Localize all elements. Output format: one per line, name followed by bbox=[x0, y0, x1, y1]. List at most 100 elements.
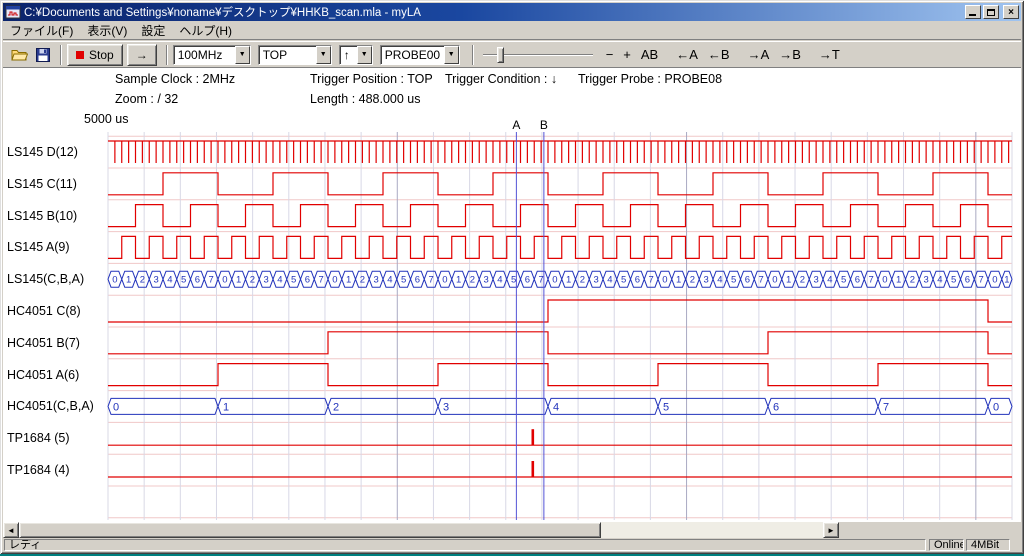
bus-value: 3 bbox=[443, 401, 449, 413]
bus-value: 6 bbox=[965, 275, 970, 286]
channel-label: HC4051 A(6) bbox=[7, 366, 107, 384]
bus-value: 0 bbox=[772, 275, 777, 286]
bus-value: 1 bbox=[566, 275, 571, 286]
bus-value: 0 bbox=[552, 275, 557, 286]
channel-label: TP1684 (4) bbox=[7, 461, 107, 479]
statusbar: レディ Online 4MBit bbox=[3, 538, 1021, 552]
bus-value: 1 bbox=[236, 275, 241, 286]
horizontal-scrollbar[interactable]: ◄ ► bbox=[3, 522, 839, 538]
time-scale-label: 5000 us bbox=[84, 112, 128, 126]
bus-value: 6 bbox=[525, 275, 530, 286]
bus-value: 5 bbox=[663, 401, 669, 413]
bus-value: 6 bbox=[635, 275, 640, 286]
pulse-mark bbox=[532, 461, 535, 477]
length-info: Length : 488.000 us bbox=[310, 92, 421, 106]
bus-value: 2 bbox=[470, 275, 475, 286]
bus-value: 2 bbox=[910, 275, 915, 286]
bus-value: 5 bbox=[621, 275, 626, 286]
bus-value: 4 bbox=[607, 275, 612, 286]
channel-label: LS145 A(9) bbox=[7, 238, 107, 256]
bus-value: 6 bbox=[773, 401, 779, 413]
scroll-left-button[interactable]: ◄ bbox=[3, 522, 19, 538]
bus-value: 1 bbox=[896, 275, 901, 286]
bus-value: 5 bbox=[841, 275, 846, 286]
waveform-trace bbox=[108, 205, 1012, 227]
bus-value: 4 bbox=[937, 275, 942, 286]
bus-value: 0 bbox=[112, 275, 117, 286]
waveform-trace bbox=[108, 173, 1012, 195]
pulse-mark bbox=[532, 429, 535, 445]
bus-value: 4 bbox=[387, 275, 392, 286]
bus-value: 3 bbox=[923, 275, 928, 286]
bus-value: 0 bbox=[332, 275, 337, 286]
bus-value: 6 bbox=[305, 275, 310, 286]
bus-value: 7 bbox=[318, 275, 323, 286]
channel-label: TP1684 (5) bbox=[7, 429, 107, 447]
grid-horizontal bbox=[108, 136, 1012, 518]
bus-value: 3 bbox=[373, 275, 378, 286]
bus-value: 1 bbox=[126, 275, 131, 286]
bus-value: 4 bbox=[553, 401, 559, 413]
bus-value: 0 bbox=[993, 401, 999, 413]
scrollbar-thumb[interactable] bbox=[19, 522, 601, 538]
channel-label: LS145 C(11) bbox=[7, 175, 107, 193]
bus-value: 2 bbox=[140, 275, 145, 286]
bus-trace bbox=[108, 398, 1012, 414]
grid-vertical-minor bbox=[108, 132, 1012, 520]
bus-value: 0 bbox=[992, 275, 997, 286]
sample-clock-info: Sample Clock : 2MHz bbox=[115, 72, 235, 86]
trigger-condition-info: Trigger Condition : ↓ bbox=[445, 72, 557, 86]
bus-value: 7 bbox=[868, 275, 873, 286]
bus-value: 7 bbox=[978, 275, 983, 286]
status-ready: レディ bbox=[4, 539, 926, 551]
bus-value: 6 bbox=[195, 275, 200, 286]
bus-value: 5 bbox=[951, 275, 956, 286]
trigger-position-info: Trigger Position : TOP bbox=[310, 72, 433, 86]
bus-value: 1 bbox=[1004, 275, 1009, 286]
bus-value: 7 bbox=[648, 275, 653, 286]
waveform-trace bbox=[108, 364, 1012, 386]
waveform-trace bbox=[108, 332, 1012, 354]
bus-value: 3 bbox=[813, 275, 818, 286]
bus-value: 5 bbox=[731, 275, 736, 286]
bus-value: 6 bbox=[415, 275, 420, 286]
zoom-info: Zoom : / 32 bbox=[115, 92, 178, 106]
cursor-b-label: B bbox=[540, 118, 548, 132]
bus-value: 1 bbox=[786, 275, 791, 286]
bus-value: 3 bbox=[483, 275, 488, 286]
bus-value: 4 bbox=[167, 275, 172, 286]
scroll-left-icon: ◄ bbox=[7, 526, 15, 535]
bus-value: 1 bbox=[346, 275, 351, 286]
bus-value: 0 bbox=[882, 275, 887, 286]
bus-value: 6 bbox=[855, 275, 860, 286]
bus-value: 5 bbox=[181, 275, 186, 286]
grid-vertical-major bbox=[397, 132, 976, 520]
bus-value: 0 bbox=[442, 275, 447, 286]
channel-label: HC4051 B(7) bbox=[7, 334, 107, 352]
bus-value: 1 bbox=[223, 401, 229, 413]
scroll-right-button[interactable]: ► bbox=[823, 522, 839, 538]
waveform-trace bbox=[108, 141, 1012, 163]
bus-value: 1 bbox=[676, 275, 681, 286]
channel-label: LS145(C,B,A) bbox=[7, 270, 107, 288]
scroll-right-icon: ► bbox=[827, 526, 835, 535]
bus-value: 3 bbox=[153, 275, 158, 286]
channel-label: LS145 B(10) bbox=[7, 207, 107, 225]
bus-value: 4 bbox=[827, 275, 832, 286]
bus-value: 2 bbox=[360, 275, 365, 286]
cursor-a-label: A bbox=[512, 118, 520, 132]
bus-value: 7 bbox=[208, 275, 213, 286]
bus-value: 1 bbox=[456, 275, 461, 286]
channel-label: HC4051 C(8) bbox=[7, 302, 107, 320]
bus-value: 4 bbox=[497, 275, 502, 286]
waveform-trace bbox=[108, 236, 1012, 258]
bus-value: 2 bbox=[800, 275, 805, 286]
bus-value: 2 bbox=[250, 275, 255, 286]
bus-value: 7 bbox=[428, 275, 433, 286]
bus-value: 3 bbox=[593, 275, 598, 286]
bus-value: 2 bbox=[580, 275, 585, 286]
bus-value: 5 bbox=[291, 275, 296, 286]
status-online-badge: Online bbox=[929, 539, 964, 551]
channel-label: LS145 D(12) bbox=[7, 143, 107, 161]
waveform-trace bbox=[108, 300, 1012, 322]
